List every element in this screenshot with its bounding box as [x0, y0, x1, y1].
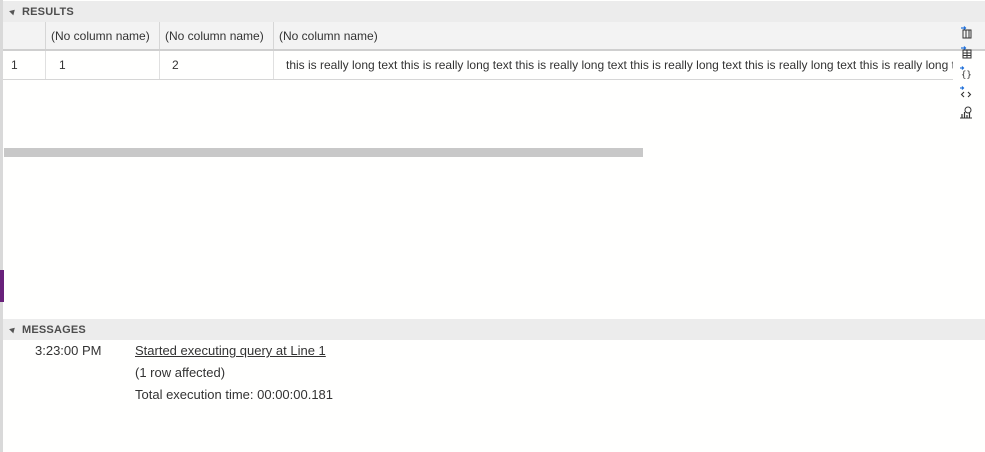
- column-header-3[interactable]: (No column name): [274, 22, 953, 49]
- collapse-triangle-icon[interactable]: [9, 7, 17, 16]
- column-header-rownum[interactable]: [3, 22, 46, 49]
- message-timestamp: 3:23:00 PM: [35, 343, 102, 358]
- grid-header-row: (No column name) (No column name) (No co…: [3, 22, 985, 51]
- message-text: Total execution time: 00:00:00.181: [135, 387, 334, 402]
- message-link[interactable]: Started executing query at Line 1: [135, 343, 326, 358]
- table-cell[interactable]: this is really long text this is really …: [274, 51, 953, 79]
- save-as-json-icon[interactable]: {}: [955, 62, 977, 82]
- results-section-header[interactable]: RESULTS: [3, 1, 985, 22]
- row-number-cell[interactable]: 1: [3, 51, 46, 79]
- splitter-accent[interactable]: [0, 270, 4, 302]
- table-row[interactable]: 1 1 2 this is really long text this is r…: [3, 51, 953, 80]
- message-text: (1 row affected): [135, 365, 226, 380]
- save-as-xml-icon[interactable]: [955, 82, 977, 102]
- messages-header-label: MESSAGES: [22, 323, 86, 336]
- table-cell[interactable]: 1: [46, 51, 160, 79]
- horizontal-scrollbar[interactable]: [4, 148, 643, 157]
- save-as-excel-icon[interactable]: [955, 42, 977, 62]
- chart-icon[interactable]: [955, 102, 977, 122]
- table-cell[interactable]: 2: [160, 51, 274, 79]
- svg-text:{}: {}: [961, 71, 972, 80]
- results-toolbar: {}: [955, 22, 977, 122]
- results-header-label: RESULTS: [22, 5, 74, 18]
- column-header-2[interactable]: (No column name): [160, 22, 274, 49]
- save-as-csv-icon[interactable]: [955, 22, 977, 42]
- column-header-1[interactable]: (No column name): [46, 22, 160, 49]
- messages-section-header[interactable]: MESSAGES: [3, 319, 985, 340]
- collapse-triangle-icon[interactable]: [9, 325, 17, 334]
- query-results-pane: RESULTS (No column name) (No column name…: [0, 0, 985, 452]
